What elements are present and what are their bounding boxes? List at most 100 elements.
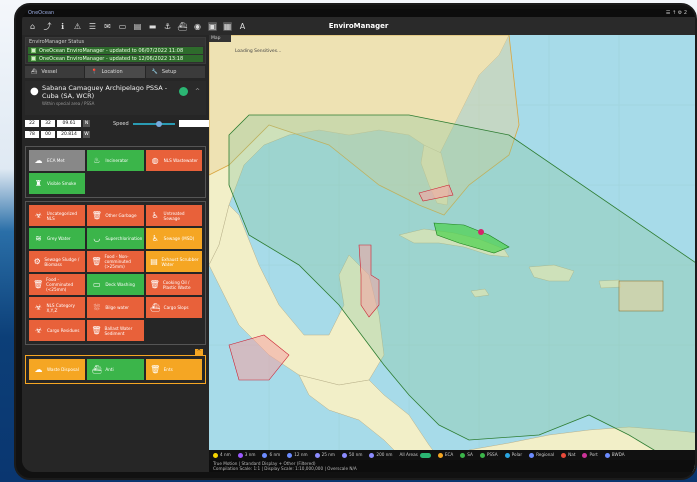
action-tile[interactable]: 🗑 Food - Comminuted (<25mm) [29, 274, 86, 295]
tile-label: Cargo Residues [47, 328, 80, 333]
legend-item[interactable]: 200 nm [369, 452, 392, 458]
action-tile[interactable]: 🗑 Ballast Water Sediment [87, 320, 144, 341]
text-icon[interactable]: A [238, 22, 247, 31]
tab-setup[interactable]: 🔧 Setup [146, 66, 206, 78]
tile-label: Sewage (MSD) [163, 236, 195, 241]
route-icon[interactable]: ⤴ [43, 22, 52, 31]
longitude-row: 78 00 20.814 W [25, 131, 90, 138]
action-tile[interactable]: 🗑 Ents [145, 359, 202, 380]
discharge-panel-2: ☣ Uncategorized NLS 🗑 Other Garbage ♿ Untreat… [25, 201, 206, 345]
legend-item[interactable]: ECA [437, 452, 453, 458]
action-tile[interactable]: ◍ NLS Wastewater [145, 150, 202, 171]
message-icon[interactable]: ✉ [103, 22, 112, 31]
legend-item[interactable]: Regional [529, 452, 554, 458]
legend-item[interactable]: 6 nm [262, 452, 280, 458]
location-card: ● Sabana Camaguey Archipelago PSSA - Cub… [25, 81, 206, 115]
anchor-icon[interactable]: ⚓ [163, 22, 172, 31]
record-icon[interactable]: ▣ [208, 21, 217, 31]
check-icon [31, 48, 36, 53]
list-icon[interactable]: ☰ [88, 22, 97, 31]
legend-item[interactable]: Polar [504, 452, 522, 458]
check-icon [31, 56, 36, 61]
speed-slider[interactable] [132, 120, 175, 127]
speed-slider-knob[interactable] [155, 120, 162, 127]
action-tile[interactable]: ☁ ECA Met [29, 150, 86, 171]
legend-item[interactable]: 50 nm [342, 452, 362, 458]
os-top-controls[interactable]: ☰ ↑ ⚙ 2 [666, 10, 695, 16]
action-tile[interactable]: ⛴ Anti [87, 359, 144, 380]
hazard-icon: ☣ [34, 303, 42, 312]
cloud-icon: ☁ [34, 365, 43, 374]
legend-item[interactable]: All Areas [399, 452, 431, 458]
action-tile[interactable]: ☣ NLS Category X,Y,Z [29, 297, 86, 318]
map-icon[interactable]: ▦ [223, 21, 232, 31]
laptop-icon[interactable]: ▬ [148, 22, 157, 31]
action-tile[interactable]: ◡ Superchlorination [87, 228, 144, 249]
main-toolbar: EnviroManager ⌂ ⤴ ℹ ⚠ ☰ ✉ ▭ ▤ ▬ ⚓ ⛴ ◉ ▣ ▦ A [22, 17, 695, 35]
legend-swatch-icon [369, 452, 375, 458]
legend-item[interactable]: 4 nm [213, 452, 231, 458]
legend-item[interactable]: PSSA [479, 452, 498, 458]
chevron-up-icon[interactable]: ^ [195, 349, 203, 356]
regional-zone [618, 280, 664, 312]
tile-label: Exhaust Scrubber Water [161, 256, 199, 267]
action-tile[interactable]: ≋ Grey Water [29, 228, 86, 249]
all-areas-toggle[interactable] [419, 452, 431, 458]
legend-item[interactable]: 3 nm [237, 452, 255, 458]
legend-item[interactable]: SA [460, 452, 473, 458]
tab-location[interactable]: 📍 Location [85, 66, 146, 78]
ship-icon[interactable]: ⛴ [177, 22, 187, 31]
tab-label: Location [101, 69, 123, 75]
vessel-location-marker [478, 229, 484, 235]
document-icon[interactable]: ▤ [133, 22, 142, 31]
legend-item[interactable]: BWDA [604, 452, 625, 458]
lat-sec-field[interactable]: 09.61 [57, 120, 81, 127]
legend-item[interactable]: 12 nm [287, 452, 308, 458]
action-tile[interactable]: ☁ Waste Disposal [29, 359, 86, 380]
legend-item[interactable]: 25 nm [314, 452, 335, 458]
home-icon[interactable]: ⌂ [28, 22, 37, 31]
tile-label: Bilge water [105, 305, 130, 310]
lat-deg-field[interactable]: 22 [25, 120, 39, 127]
action-tile[interactable]: 🗑 Cooking Oil / Plastic Waste [145, 274, 202, 295]
action-tile[interactable]: ♨ Incinerator [87, 150, 144, 171]
action-tile[interactable]: 🗑 Other Garbage [87, 205, 144, 226]
lon-deg-field[interactable]: 78 [25, 131, 39, 138]
status-row[interactable]: OneOcean EnviroManager - updated to 12/0… [28, 55, 203, 62]
chimney-icon: ♜ [34, 179, 43, 188]
status-row[interactable]: OneOcean EnviroManager - updated to 06/0… [28, 47, 203, 54]
locate-button[interactable] [179, 87, 188, 96]
lat-hem-button[interactable]: N [83, 120, 90, 127]
legend-swatch-icon [604, 452, 610, 458]
action-tile[interactable]: ♿ Sewage (MSD) [145, 228, 202, 249]
warning-icon[interactable]: ⚠ [73, 22, 82, 31]
info-icon[interactable]: ℹ [58, 22, 67, 31]
legend-item[interactable]: Nat [561, 452, 575, 458]
action-tile[interactable]: ⛴ Cargo Slops [145, 297, 202, 318]
action-tile[interactable]: ⚙ Sewage Sludge / Biomass [29, 251, 86, 272]
panel-tabs: ⛴ Vessel 📍 Location 🔧 Setup [25, 66, 206, 78]
lon-min-field[interactable]: 00 [41, 131, 55, 138]
wrench-icon: 🔧 [151, 69, 158, 75]
map-tab[interactable]: Map [209, 35, 231, 42]
action-tile[interactable]: ♜ Visible Smoke [29, 173, 86, 194]
action-tile[interactable]: ☣ Uncategorized NLS [29, 205, 86, 226]
tile-label: Food - Non-comminuted (>25mm) [104, 254, 131, 269]
action-tile[interactable]: ⛆ Bilge water [87, 297, 144, 318]
legend-item[interactable]: Port [582, 452, 598, 458]
chart-map[interactable]: Map Loading Sensitives... 4 nm 3 nm 6 nm… [209, 35, 695, 472]
action-tile[interactable]: ▤ Exhaust Scrubber Water [145, 251, 202, 272]
action-tile[interactable]: ☣ Cargo Residues [29, 320, 86, 341]
legend-swatch-icon [437, 452, 443, 458]
lon-hem-button[interactable]: W [83, 131, 90, 138]
action-tile[interactable]: ▭ Deck Washing [87, 274, 144, 295]
action-tile[interactable]: 🗑 Food - Non-comminuted (>25mm) [87, 251, 144, 272]
tab-vessel[interactable]: ⛴ Vessel [25, 66, 86, 78]
package-icon[interactable]: ▭ [118, 22, 127, 31]
chevron-up-icon[interactable]: ^ [195, 88, 200, 95]
camera-icon[interactable]: ◉ [193, 22, 202, 31]
action-tile[interactable]: ♿ Untreated Sewage [145, 205, 202, 226]
lon-sec-field[interactable]: 20.814 [57, 131, 81, 138]
map-canvas[interactable] [209, 35, 695, 472]
lat-min-field[interactable]: 32 [41, 120, 55, 127]
